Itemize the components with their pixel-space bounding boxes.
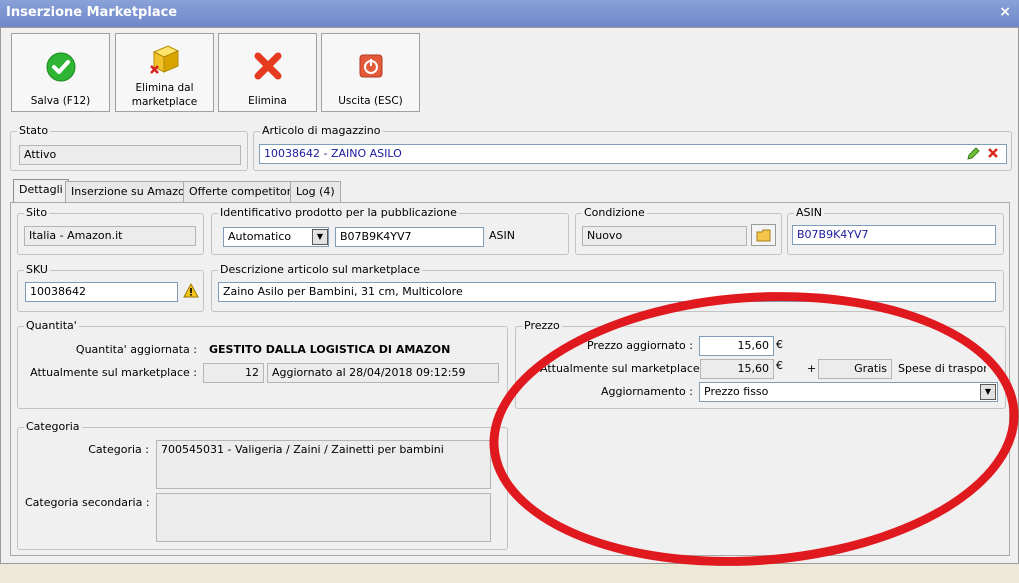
close-icon[interactable]: ×	[999, 5, 1011, 19]
categoria-title: Categoria	[24, 420, 82, 433]
asin-field[interactable]: B07B9K4YV7	[792, 225, 996, 245]
save-button-label: Salva (F12)	[30, 95, 91, 107]
chevron-down-icon[interactable]: ▼	[980, 384, 996, 400]
articolo-title: Articolo di magazzino	[260, 124, 383, 137]
prezzo-plus-sign: +	[807, 362, 817, 375]
tab-log[interactable]: Log (4)	[290, 181, 341, 202]
prezzo-attuale-field: 15,60	[700, 359, 774, 379]
quantita-aggiornato-al: Aggiornato al 28/04/2018 09:12:59	[267, 363, 499, 383]
package-remove-icon	[149, 45, 179, 74]
remove-from-marketplace-label: Elimina dal marketplace	[131, 82, 198, 108]
sku-title: SKU	[24, 263, 50, 276]
articolo-field[interactable]: 10038642 - ZAINO ASILO	[259, 144, 1007, 164]
aggiornamento-value: Prezzo fisso	[704, 385, 769, 398]
sku-field[interactable]: 10038642	[25, 282, 178, 302]
categoria-field: 700545031 - Valigeria / Zaini / Zainetti…	[156, 440, 491, 489]
sito-title: Sito	[24, 206, 50, 219]
quantita-aggiornata-value: GESTITO DALLA LOGISTICA DI AMAZON	[209, 343, 451, 356]
categoria-label: Categoria :	[88, 443, 149, 456]
prezzo-aggiornato-field[interactable]: 15,60	[699, 336, 774, 356]
chevron-down-icon[interactable]: ▼	[312, 229, 328, 245]
delete-button[interactable]: Elimina	[218, 33, 317, 112]
power-icon	[359, 54, 382, 78]
asin-title: ASIN	[794, 206, 824, 219]
categoria-secondaria-field	[156, 493, 491, 542]
descrizione-title: Descrizione articolo sul marketplace	[218, 263, 422, 276]
delete-button-label: Elimina	[248, 95, 287, 107]
identificativo-title: Identificativo prodotto per la pubblicaz…	[218, 206, 459, 219]
stato-field: Attivo	[19, 145, 241, 165]
stato-title: Stato	[17, 124, 51, 137]
categoria-secondaria-label: Categoria secondaria :	[25, 496, 150, 509]
condizione-field: Nuovo	[582, 226, 747, 246]
prezzo-aggiornato-label: Prezzo aggiornato :	[586, 339, 693, 352]
prezzo-aggiornato-currency: €	[776, 338, 783, 351]
quantita-title: Quantita'	[24, 319, 79, 332]
window-title: Inserzione Marketplace	[6, 5, 178, 20]
identificativo-suffix: ASIN	[489, 229, 515, 242]
identificativo-type-value: Automatico	[228, 230, 292, 243]
sito-field: Italia - Amazon.it	[24, 226, 196, 246]
checkmark-icon	[46, 52, 75, 82]
prezzo-title: Prezzo	[522, 319, 562, 332]
edit-pencil-icon[interactable]	[966, 147, 980, 161]
descrizione-field[interactable]: Zaino Asilo per Bambini, 31 cm, Multicol…	[218, 282, 996, 302]
folder-icon	[756, 229, 771, 242]
spedizione-field: Gratis	[818, 359, 892, 379]
aggiornamento-label: Aggiornamento :	[600, 385, 693, 398]
clear-x-icon[interactable]	[987, 147, 999, 159]
condizione-folder-button[interactable]	[751, 224, 776, 246]
save-button[interactable]: Salva (F12)	[11, 33, 110, 112]
tab-offerte-competitors[interactable]: Offerte competitors	[183, 181, 304, 202]
tab-dettagli[interactable]: Dettagli	[13, 179, 69, 203]
remove-from-marketplace-button[interactable]: Elimina dal marketplace	[115, 33, 214, 112]
tab-inserzione-amazon[interactable]: Inserzione su Amazon	[65, 181, 198, 202]
quantita-aggiornata-label: Quantita' aggiornata :	[75, 343, 197, 356]
prezzo-attuale-currency: €	[776, 359, 783, 372]
spedizione-label: Spese di trasporto	[898, 362, 986, 375]
quantita-attuale-field: 12	[203, 363, 264, 383]
red-x-icon	[254, 52, 281, 80]
aggiornamento-select[interactable]: Prezzo fisso	[699, 382, 998, 402]
window-title-bar: Inserzione Marketplace ×	[0, 0, 1019, 27]
prezzo-attuale-label: Attualmente sul marketplace :	[540, 362, 707, 375]
condizione-title: Condizione	[582, 206, 647, 219]
exit-button[interactable]: Uscita (ESC)	[321, 33, 420, 112]
quantita-attuale-label: Attualmente sul marketplace :	[30, 366, 197, 379]
exit-button-label: Uscita (ESC)	[338, 95, 403, 107]
identificativo-code-field[interactable]: B07B9K4YV7	[335, 227, 484, 247]
warning-icon	[183, 283, 199, 298]
